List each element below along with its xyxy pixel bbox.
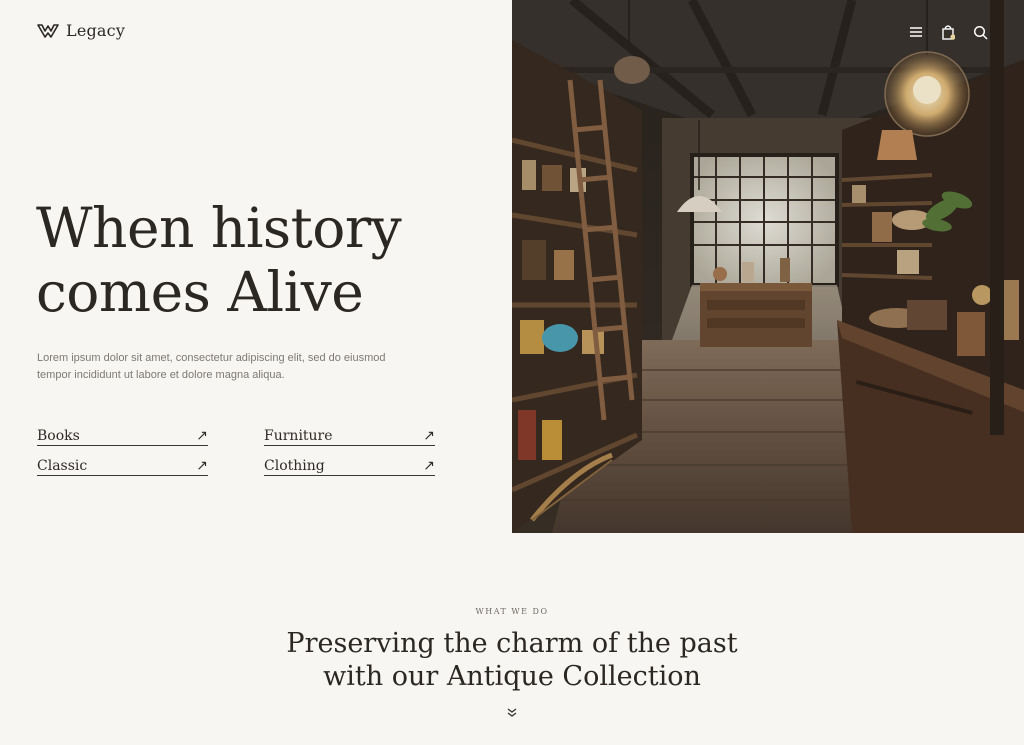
section-title-line-1: Preserving the charm of the past [286,628,738,659]
hero-title-line-2: comes Alive [36,260,364,324]
header-icons [909,24,988,40]
category-link-furniture[interactable]: Furniture ↗ [264,425,435,446]
arrow-up-right-icon: ↗ [423,427,435,443]
arrow-up-right-icon: ↗ [423,457,435,473]
section-title-line-2: with our Antique Collection [323,661,701,692]
logo-wings-icon [37,23,59,38]
arrow-up-right-icon: ↗ [196,427,208,443]
category-link-clothing[interactable]: Clothing ↗ [264,455,435,476]
search-icon[interactable] [973,25,988,40]
category-link-books[interactable]: Books ↗ [37,425,208,446]
category-link-classic[interactable]: Classic ↗ [37,455,208,476]
hero-image-antique-shop [512,0,1024,533]
section-title: Preserving the charm of the past with ou… [0,627,1024,693]
category-label: Books [37,428,80,444]
chevron-double-down-icon[interactable] [505,707,519,719]
section-eyebrow: WHAT WE DO [475,607,549,616]
logo[interactable]: Legacy [37,21,125,40]
hero-description: Lorem ipsum dolor sit amet, consectetur … [37,352,386,381]
category-label: Clothing [264,458,325,474]
menu-icon[interactable] [909,26,923,38]
hero-title-line-1: When history [36,196,402,260]
hero-title: When history comes Alive [36,196,402,324]
brand-name: Legacy [66,21,126,40]
antique-shop-illustration [512,0,1024,533]
category-label: Classic [37,458,88,474]
arrow-up-right-icon: ↗ [196,457,208,473]
shopping-bag-icon[interactable] [941,24,955,40]
page: Legacy When history comes Alive Lorem ip… [0,0,1024,745]
category-label: Furniture [264,428,333,444]
